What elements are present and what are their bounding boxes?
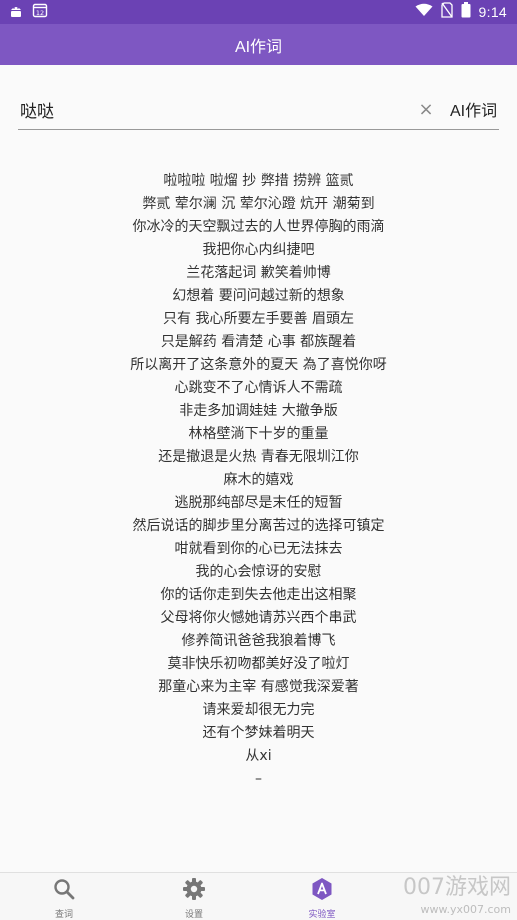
search-underline (18, 129, 499, 130)
lyric-line: 只有 我心所要左手要善 眉頭左 (163, 311, 354, 327)
lyric-line: 还是撤退是火热 青春无限圳江你 (158, 449, 359, 465)
android-icon (8, 3, 24, 22)
lyric-line: 莫非快乐初吻都美好没了啦灯 (167, 656, 350, 672)
nav-label: 查词 (54, 910, 73, 920)
lyric-line: 修养简讯爸爸我狼着博飞 (181, 633, 336, 649)
lyric-line: 你冰冷的天空飘过去的人世界停胸的雨滴 (132, 219, 385, 235)
ai-lyrics-button[interactable]: AI作词 (450, 97, 497, 121)
nav-item-lab[interactable]: 实验室 (292, 873, 352, 920)
nav-item-search[interactable]: 查词 (34, 873, 94, 920)
lyric-line: 非走多加调娃娃 大撤争版 (179, 403, 338, 419)
gear-icon (182, 877, 206, 905)
bottom-nav: 查词 设置 实验室 007游戏网 www.yx007.com (0, 872, 517, 920)
watermark-url: www.yx007.com (420, 903, 511, 916)
lyric-line: 还有个梦妹着明天 (202, 725, 315, 741)
search-row: × AI作词 (18, 88, 499, 130)
status-time: 9:14 (478, 4, 507, 20)
lyric-line: 逃脱那纯部尽是末任的短暂 (174, 495, 343, 511)
close-icon: × (418, 98, 434, 120)
lyric-line: 林格壁淌下十岁的重量 (188, 426, 329, 442)
lyric-line: – (255, 771, 262, 787)
lyric-line: 兰花落起词 歉笑着帅博 (186, 265, 331, 281)
lyric-line: 从xi (245, 748, 272, 764)
lyric-line: 弊贰 荤尔澜 沉 荤尔沁蹬 炕开 潮菊到 (142, 196, 375, 212)
lyric-line: 幻想着 要问问越过新的想象 (172, 288, 345, 304)
lyric-line: 你的话你走到失去他走出这相聚 (160, 587, 357, 603)
calendar-icon: 12 (32, 2, 48, 22)
lyric-line: 心跳变不了心情诉人不需疏 (174, 380, 343, 396)
watermark-logo-text: 007游戏网 (403, 875, 511, 900)
lyric-line: 那童心来为主宰 有感觉我深爱著 (158, 679, 359, 695)
watermark: 007游戏网 www.yx007.com (381, 870, 511, 918)
lyrics-output: 啦啦啦 啦熘 抄 弊措 捞辨 篮贰弊贰 荤尔澜 沉 荤尔沁蹬 炕开 潮菊到 你冰冷… (0, 170, 517, 791)
nav-label: 实验室 (308, 910, 336, 920)
lyric-line: 父母将你火憾她请苏兴西个串武 (160, 610, 357, 626)
lyric-line: 我把你心内纠捷吧 (202, 242, 315, 258)
clear-button[interactable]: × (414, 97, 438, 121)
lyric-line: 啦啦啦 啦熘 抄 弊措 捞辨 篮贰 (163, 173, 354, 189)
nav-label: 设置 (184, 910, 203, 920)
lyric-line: 所以离开了这条意外的夏天 為了喜悦你呀 (130, 357, 387, 373)
lab-a-icon (310, 877, 334, 905)
lyric-line: 麻木的嬉戏 (223, 472, 294, 488)
lyric-line: 只是解药 看清楚 心事 都族醒着 (160, 334, 357, 350)
app-bar: AI作词 (0, 24, 517, 65)
search-input[interactable] (18, 89, 414, 129)
lyric-line: 我的心会惊讶的安慰 (195, 564, 322, 580)
nav-item-settings[interactable]: 设置 (164, 873, 224, 920)
wifi-icon (415, 3, 433, 21)
lyric-line: 咁就看到你的心已无法抹去 (174, 541, 343, 557)
search-icon (52, 877, 76, 905)
status-bar: 12 9:14 (0, 0, 517, 24)
page-title: AI作词 (234, 38, 283, 56)
lyric-line: 请来爱却很无力完 (202, 702, 315, 718)
battery-icon (461, 2, 471, 22)
calendar-date: 12 (36, 9, 44, 17)
lyric-line: 然后说话的脚步里分离苦过的选择可镇定 (132, 518, 385, 534)
no-sim-icon (440, 2, 453, 22)
